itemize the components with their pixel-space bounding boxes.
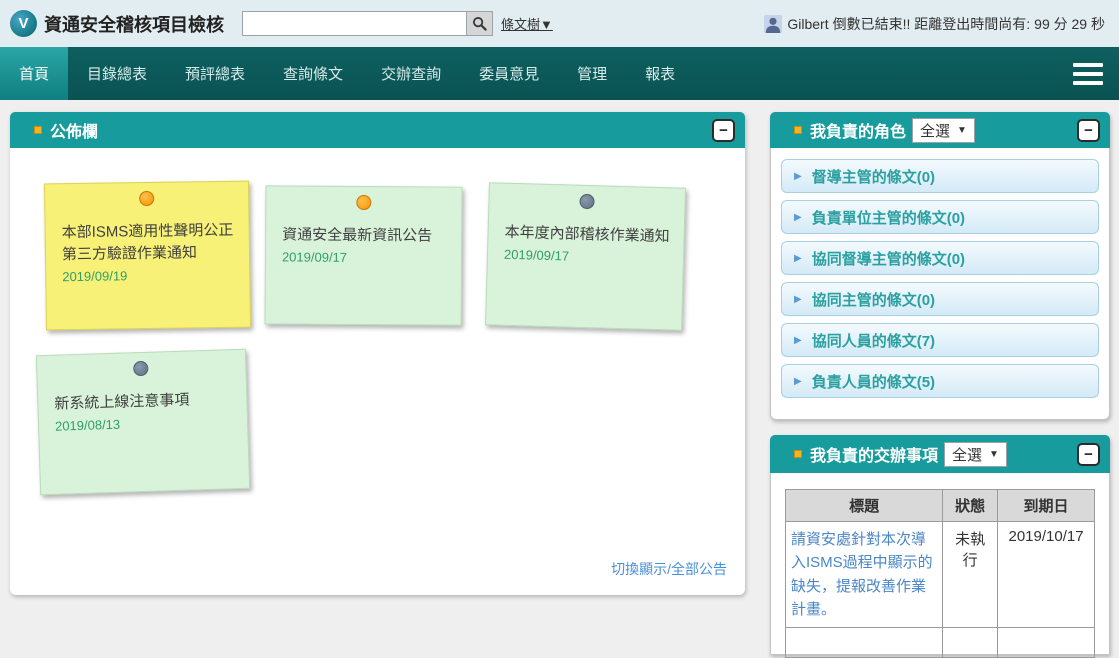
panel-bullet-icon [34, 126, 42, 134]
note-date: 2019/09/17 [281, 249, 348, 265]
session-message: 倒數已結束!! 距離登出時間尚有: [832, 15, 1031, 32]
my-tasks-panel: 我負責的交辦事項 全選 ▼ − 標題 狀態 到期日 請資安處針對本次導入ISMS… [770, 435, 1110, 658]
search-icon [472, 16, 487, 31]
user-icon [764, 14, 783, 33]
bulletin-collapse-button[interactable]: − [712, 118, 735, 142]
table-row [784, 627, 1095, 658]
tasks-filter-select[interactable]: 全選 ▼ [944, 441, 1007, 467]
note-date: 2019/08/13 [54, 416, 121, 434]
role-item-unit-manager[interactable]: ▶ 負責單位主管的條文(0) [781, 200, 1099, 234]
hamburger-menu-icon[interactable] [1057, 47, 1119, 100]
pin-icon [133, 360, 149, 377]
my-roles-panel: 我負責的角色 全選 ▼ − ▶ 督導主管的條文(0) ▶ 負責單位主管的條文(0… [770, 112, 1110, 420]
search-button[interactable] [467, 11, 493, 36]
role-item-responsible-staff[interactable]: ▶ 負責人員的條文(5) [781, 364, 1099, 398]
bulletin-note[interactable]: 新系統上線注意事項 2019/08/13 [35, 348, 251, 496]
nav-item-task-query[interactable]: 交辦查詢 [362, 47, 460, 100]
pin-icon [138, 190, 154, 207]
bulletin-note[interactable]: 資通安全最新資訊公告 2019/09/17 [264, 185, 463, 326]
role-item-co-manager[interactable]: ▶ 協同主管的條文(0) [781, 282, 1099, 316]
bulletin-panel: 公佈欄 − 本部ISMS適用性聲明公正第三方驗證作業通知 2019/09/19 … [10, 112, 745, 595]
role-item-label: 協同主管的條文(0) [811, 291, 936, 309]
triangle-right-icon: ▶ [794, 252, 802, 264]
note-title: 本年度內部稽核作業通知 [504, 223, 670, 246]
roles-collapse-button[interactable]: − [1077, 118, 1100, 142]
role-item-label: 協同人員的條文(7) [811, 332, 936, 350]
bulletin-body: 本部ISMS適用性聲明公正第三方驗證作業通知 2019/09/19 資通安全最新… [10, 148, 745, 595]
role-item-supervisor[interactable]: ▶ 督導主管的條文(0) [781, 159, 1099, 193]
roles-filter-value: 全選 [920, 122, 951, 140]
bulletin-panel-header: 公佈欄 − [10, 112, 745, 148]
panel-bullet-icon [794, 450, 802, 458]
task-status: 未執行 [942, 521, 999, 628]
role-list: ▶ 督導主管的條文(0) ▶ 負責單位主管的條文(0) ▶ 協同督導主管的條文(… [771, 148, 1109, 409]
user-session-area: Gilbert 倒數已結束!! 距離登出時間尚有: 99 分 29 秒 [764, 14, 1109, 34]
role-item-co-staff[interactable]: ▶ 協同人員的條文(7) [781, 323, 1099, 357]
panel-bullet-icon [794, 126, 802, 134]
nav-item-committee-opinions[interactable]: 委員意見 [460, 47, 558, 100]
bulletin-title: 公佈欄 [50, 124, 99, 141]
search-input[interactable] [242, 11, 467, 36]
table-row: 請資安處針對本次導入ISMS過程中顯示的缺失，提報改善作業計畫。 未執行 201… [784, 521, 1095, 628]
top-header: V 資通安全稽核項目檢核 條文樹▼ Gilbert 倒數已結束!! 距離登出時間… [0, 0, 1119, 47]
task-due-date: 2019/10/17 [997, 521, 1095, 628]
note-date: 2019/09/17 [503, 246, 570, 264]
role-item-label: 協同督導主管的條文(0) [811, 250, 966, 268]
app-title: 資通安全稽核項目檢核 [44, 14, 224, 35]
tree-view-link[interactable]: 條文樹▼ [501, 14, 553, 33]
role-item-label: 負責人員的條文(5) [811, 373, 936, 391]
session-time-remaining: 99 分 29 秒 [1034, 15, 1105, 32]
triangle-right-icon: ▶ [794, 334, 802, 346]
role-item-label: 督導主管的條文(0) [811, 168, 936, 186]
tasks-collapse-button[interactable]: − [1077, 442, 1100, 466]
tasks-filter-value: 全選 [952, 446, 983, 464]
nav-item-preassess-summary[interactable]: 預評總表 [166, 47, 264, 100]
main-nav: 首頁 目錄總表 預評總表 查詢條文 交辦查詢 委員意見 管理 報表 [0, 47, 1119, 100]
triangle-right-icon: ▶ [794, 211, 802, 223]
search-area: 條文樹▼ [242, 11, 553, 36]
pin-icon [578, 193, 595, 210]
toggle-all-announcements-link[interactable]: 切換顯示/全部公告 [611, 559, 727, 579]
nav-item-home[interactable]: 首頁 [0, 47, 69, 100]
nav-item-query-articles[interactable]: 查詢條文 [264, 47, 362, 100]
task-title-link[interactable]: 請資安處針對本次導入ISMS過程中顯示的缺失，提報改善作業計畫。 [791, 531, 933, 618]
role-item-co-supervisor[interactable]: ▶ 協同督導主管的條文(0) [781, 241, 1099, 275]
note-date: 2019/09/19 [62, 267, 128, 284]
tasks-table: 標題 狀態 到期日 請資安處針對本次導入ISMS過程中顯示的缺失，提報改善作業計… [784, 489, 1095, 658]
bulletin-note[interactable]: 本年度內部稽核作業通知 2019/09/17 [485, 182, 686, 331]
my-tasks-title: 我負責的交辦事項 [810, 448, 939, 465]
user-name: Gilbert [787, 15, 829, 32]
app-logo-icon: V [10, 10, 37, 37]
roles-filter-select[interactable]: 全選 ▼ [912, 117, 975, 143]
nav-item-reports[interactable]: 報表 [626, 47, 694, 100]
note-title: 新系統上線注意事項 [54, 391, 190, 413]
nav-item-admin[interactable]: 管理 [558, 47, 626, 100]
bulletin-note[interactable]: 本部ISMS適用性聲明公正第三方驗證作業通知 2019/09/19 [43, 180, 252, 331]
pin-icon [355, 194, 371, 211]
my-tasks-panel-header: 我負責的交辦事項 全選 ▼ − [770, 435, 1110, 473]
triangle-right-icon: ▶ [794, 170, 802, 182]
triangle-right-icon: ▶ [794, 293, 802, 305]
triangle-right-icon: ▶ [794, 375, 802, 387]
my-roles-title: 我負責的角色 [810, 124, 907, 141]
nav-item-catalog-summary[interactable]: 目錄總表 [68, 47, 166, 100]
tasks-header-title: 標題 [784, 489, 944, 522]
tasks-header-status: 狀態 [942, 489, 999, 522]
chevron-down-icon: ▼ [989, 448, 999, 460]
note-title: 資通安全最新資訊公告 [282, 226, 433, 245]
note-title: 本部ISMS適用性聲明公正第三方驗證作業通知 [61, 221, 234, 263]
tasks-header-due: 到期日 [997, 489, 1095, 522]
my-roles-panel-header: 我負責的角色 全選 ▼ − [770, 112, 1110, 148]
chevron-down-icon: ▼ [957, 124, 967, 136]
role-item-label: 負責單位主管的條文(0) [811, 209, 966, 227]
